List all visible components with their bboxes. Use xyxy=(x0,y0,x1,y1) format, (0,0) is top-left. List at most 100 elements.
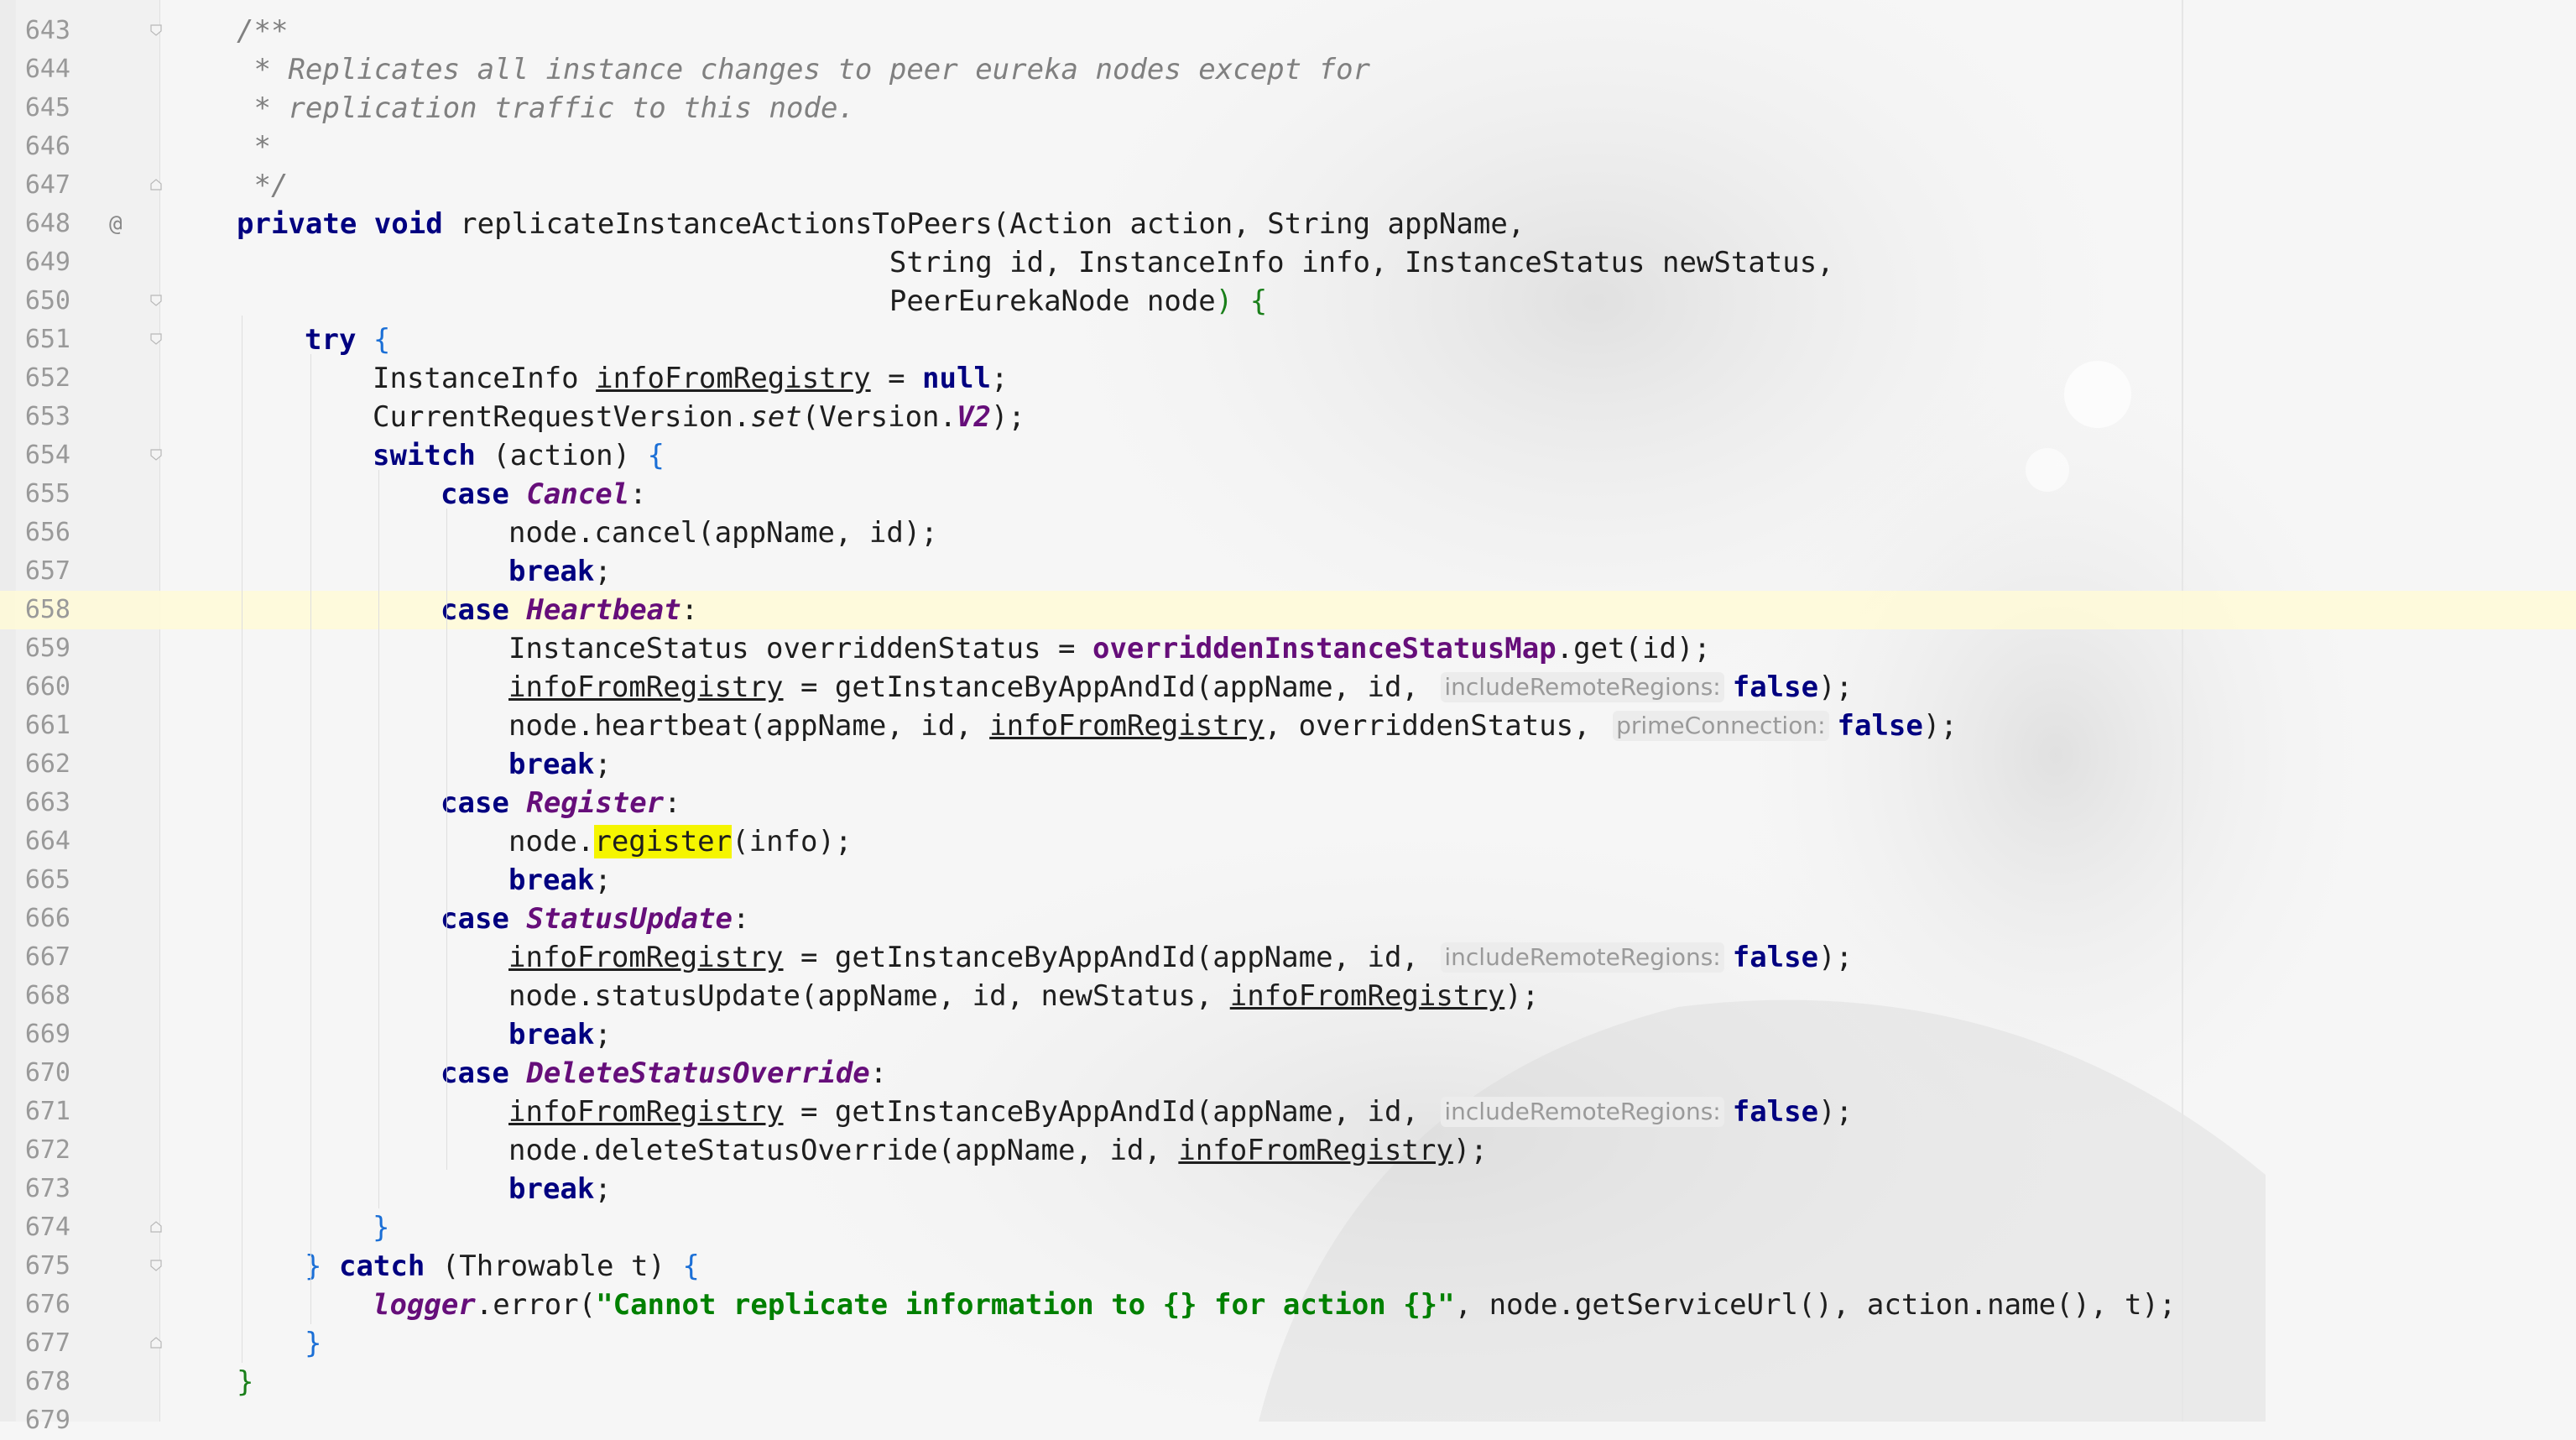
fold-end-icon[interactable] xyxy=(149,178,163,191)
line-number[interactable]: 665 xyxy=(15,861,70,900)
line-number[interactable]: 656 xyxy=(15,514,70,552)
line-number[interactable]: 667 xyxy=(15,938,70,977)
code-text[interactable]: break; xyxy=(508,745,612,784)
code-line[interactable]: 675} catch (Throwable t) { xyxy=(0,1247,2576,1286)
line-number[interactable]: 648 xyxy=(15,205,70,243)
code-text[interactable]: private void replicateInstanceActionsToP… xyxy=(237,205,1525,243)
code-line[interactable]: 655 case Cancel: xyxy=(0,475,2576,514)
code-text[interactable]: * xyxy=(237,128,270,166)
line-number[interactable]: 671 xyxy=(15,1093,70,1131)
code-line[interactable]: 656 node.cancel(appName, id); xyxy=(0,514,2576,552)
code-line[interactable]: 670 case DeleteStatusOverride: xyxy=(0,1054,2576,1093)
fold-start-icon[interactable] xyxy=(149,448,163,462)
code-line[interactable]: 643 /** xyxy=(0,12,2576,50)
code-line[interactable]: 646 * xyxy=(0,128,2576,166)
code-line[interactable]: 648 @ private void replicateInstanceAction… xyxy=(0,205,2576,243)
line-number[interactable]: 658 xyxy=(15,591,70,629)
code-line[interactable]: 645 * replication traffic to this node. xyxy=(0,89,2576,128)
code-line[interactable]: 677} xyxy=(0,1324,2576,1363)
line-number[interactable]: 647 xyxy=(15,166,70,205)
line-number[interactable]: 668 xyxy=(15,977,70,1015)
code-text[interactable]: case StatusUpdate: xyxy=(441,900,750,938)
code-text[interactable]: InstanceInfo infoFromRegistry = null; xyxy=(373,359,1008,398)
code-line[interactable]: 678} xyxy=(0,1363,2576,1401)
line-number[interactable]: 663 xyxy=(15,784,70,822)
code-text[interactable]: */ xyxy=(237,166,288,205)
line-number[interactable]: 644 xyxy=(15,50,70,89)
line-number[interactable]: 679 xyxy=(15,1401,70,1440)
code-text[interactable]: * replication traffic to this node. xyxy=(237,89,854,128)
line-number[interactable]: 649 xyxy=(15,243,70,282)
line-number[interactable]: 660 xyxy=(15,668,70,707)
line-number[interactable]: 650 xyxy=(15,282,70,321)
line-number[interactable]: 655 xyxy=(15,475,70,514)
line-number[interactable]: 676 xyxy=(15,1286,70,1324)
fold-start-icon[interactable] xyxy=(149,23,163,37)
line-number[interactable]: 657 xyxy=(15,552,70,591)
code-text[interactable]: case Cancel: xyxy=(441,475,647,514)
fold-start-icon[interactable] xyxy=(149,1259,163,1272)
code-line[interactable]: 663 case Register: xyxy=(0,784,2576,822)
line-number[interactable]: 662 xyxy=(15,745,70,784)
code-text[interactable]: InstanceStatus overriddenStatus = overri… xyxy=(508,629,1711,668)
code-line[interactable]: 650 PeerEurekaNode node) { xyxy=(0,282,2576,321)
code-text[interactable]: node.register(info); xyxy=(508,822,852,861)
code-text[interactable]: PeerEurekaNode node) { xyxy=(237,282,1267,321)
code-line[interactable]: 672 node.deleteStatusOverride(appName, id… xyxy=(0,1131,2576,1170)
code-text[interactable]: case DeleteStatusOverride: xyxy=(441,1054,887,1093)
code-line[interactable]: 652 InstanceInfo infoFromRegistry = null; xyxy=(0,359,2576,398)
code-text[interactable]: node.heartbeat(appName, id, infoFromRegi… xyxy=(508,707,1958,745)
line-number[interactable]: 651 xyxy=(15,321,70,359)
code-text[interactable]: break; xyxy=(508,552,612,591)
code-line[interactable]: 665 break; xyxy=(0,861,2576,900)
code-line[interactable]: 662 break; xyxy=(0,745,2576,784)
code-text[interactable]: try { xyxy=(305,321,390,359)
code-text[interactable]: switch (action) { xyxy=(373,436,665,475)
code-text[interactable]: infoFromRegistry = getInstanceByAppAndId… xyxy=(508,1093,1853,1131)
line-number[interactable]: 677 xyxy=(15,1324,70,1363)
fold-end-icon[interactable] xyxy=(149,1336,163,1349)
code-line[interactable]: 651 try { xyxy=(0,321,2576,359)
code-line[interactable]: 647 */ xyxy=(0,166,2576,205)
code-text[interactable]: } xyxy=(305,1324,321,1363)
line-number[interactable]: 661 xyxy=(15,707,70,745)
line-number[interactable]: 673 xyxy=(15,1170,70,1208)
code-text[interactable]: node.statusUpdate(appName, id, newStatus… xyxy=(508,977,1539,1015)
line-number[interactable]: 678 xyxy=(15,1363,70,1401)
code-line[interactable]: 668 node.statusUpdate(appName, id, newSta… xyxy=(0,977,2576,1015)
line-number[interactable]: 643 xyxy=(15,12,70,50)
code-line[interactable]: 660 infoFromRegistry = getInstanceByAppAn… xyxy=(0,668,2576,707)
code-line[interactable]: 661 node.heartbeat(appName, id, infoFromR… xyxy=(0,707,2576,745)
code-line[interactable]: 654 switch (action) { xyxy=(0,436,2576,475)
code-text[interactable]: break; xyxy=(508,1170,612,1208)
code-line[interactable]: 671 infoFromRegistry = getInstanceByAppAn… xyxy=(0,1093,2576,1131)
code-line[interactable]: 659 InstanceStatus overriddenStatus = ove… xyxy=(0,629,2576,668)
code-text[interactable]: infoFromRegistry = getInstanceByAppAndId… xyxy=(508,938,1853,977)
code-line[interactable]: 658 case Heartbeat: xyxy=(0,591,2576,629)
code-text[interactable]: logger.error("Cannot replicate informati… xyxy=(373,1286,2176,1324)
line-number[interactable]: 646 xyxy=(15,128,70,166)
code-line[interactable]: 673 break; xyxy=(0,1170,2576,1208)
line-number[interactable]: 645 xyxy=(15,89,70,128)
line-number[interactable]: 670 xyxy=(15,1054,70,1093)
code-text[interactable]: break; xyxy=(508,1015,612,1054)
code-text[interactable]: break; xyxy=(508,861,612,900)
line-number[interactable]: 653 xyxy=(15,398,70,436)
code-line[interactable]: 657 break; xyxy=(0,552,2576,591)
code-text[interactable]: } xyxy=(237,1363,253,1401)
override-marker-icon[interactable]: @ xyxy=(109,205,123,243)
code-text[interactable]: case Register: xyxy=(441,784,681,822)
code-text[interactable]: String id, InstanceInfo info, InstanceSt… xyxy=(237,243,1834,282)
code-line[interactable]: 653 CurrentRequestVersion.set(Version.V2)… xyxy=(0,398,2576,436)
line-number[interactable]: 652 xyxy=(15,359,70,398)
code-line[interactable]: 679 xyxy=(0,1401,2576,1440)
fold-end-icon[interactable] xyxy=(149,1220,163,1234)
code-text[interactable]: } catch (Throwable t) { xyxy=(305,1247,700,1286)
fold-start-icon[interactable] xyxy=(149,294,163,307)
code-line[interactable]: 666 case StatusUpdate: xyxy=(0,900,2576,938)
code-line[interactable]: 664 node.register(info); xyxy=(0,822,2576,861)
code-line[interactable]: 676 logger.error("Cannot replicate inform… xyxy=(0,1286,2576,1324)
line-number[interactable]: 654 xyxy=(15,436,70,475)
code-text[interactable]: node.cancel(appName, id); xyxy=(508,514,938,552)
line-number[interactable]: 666 xyxy=(15,900,70,938)
